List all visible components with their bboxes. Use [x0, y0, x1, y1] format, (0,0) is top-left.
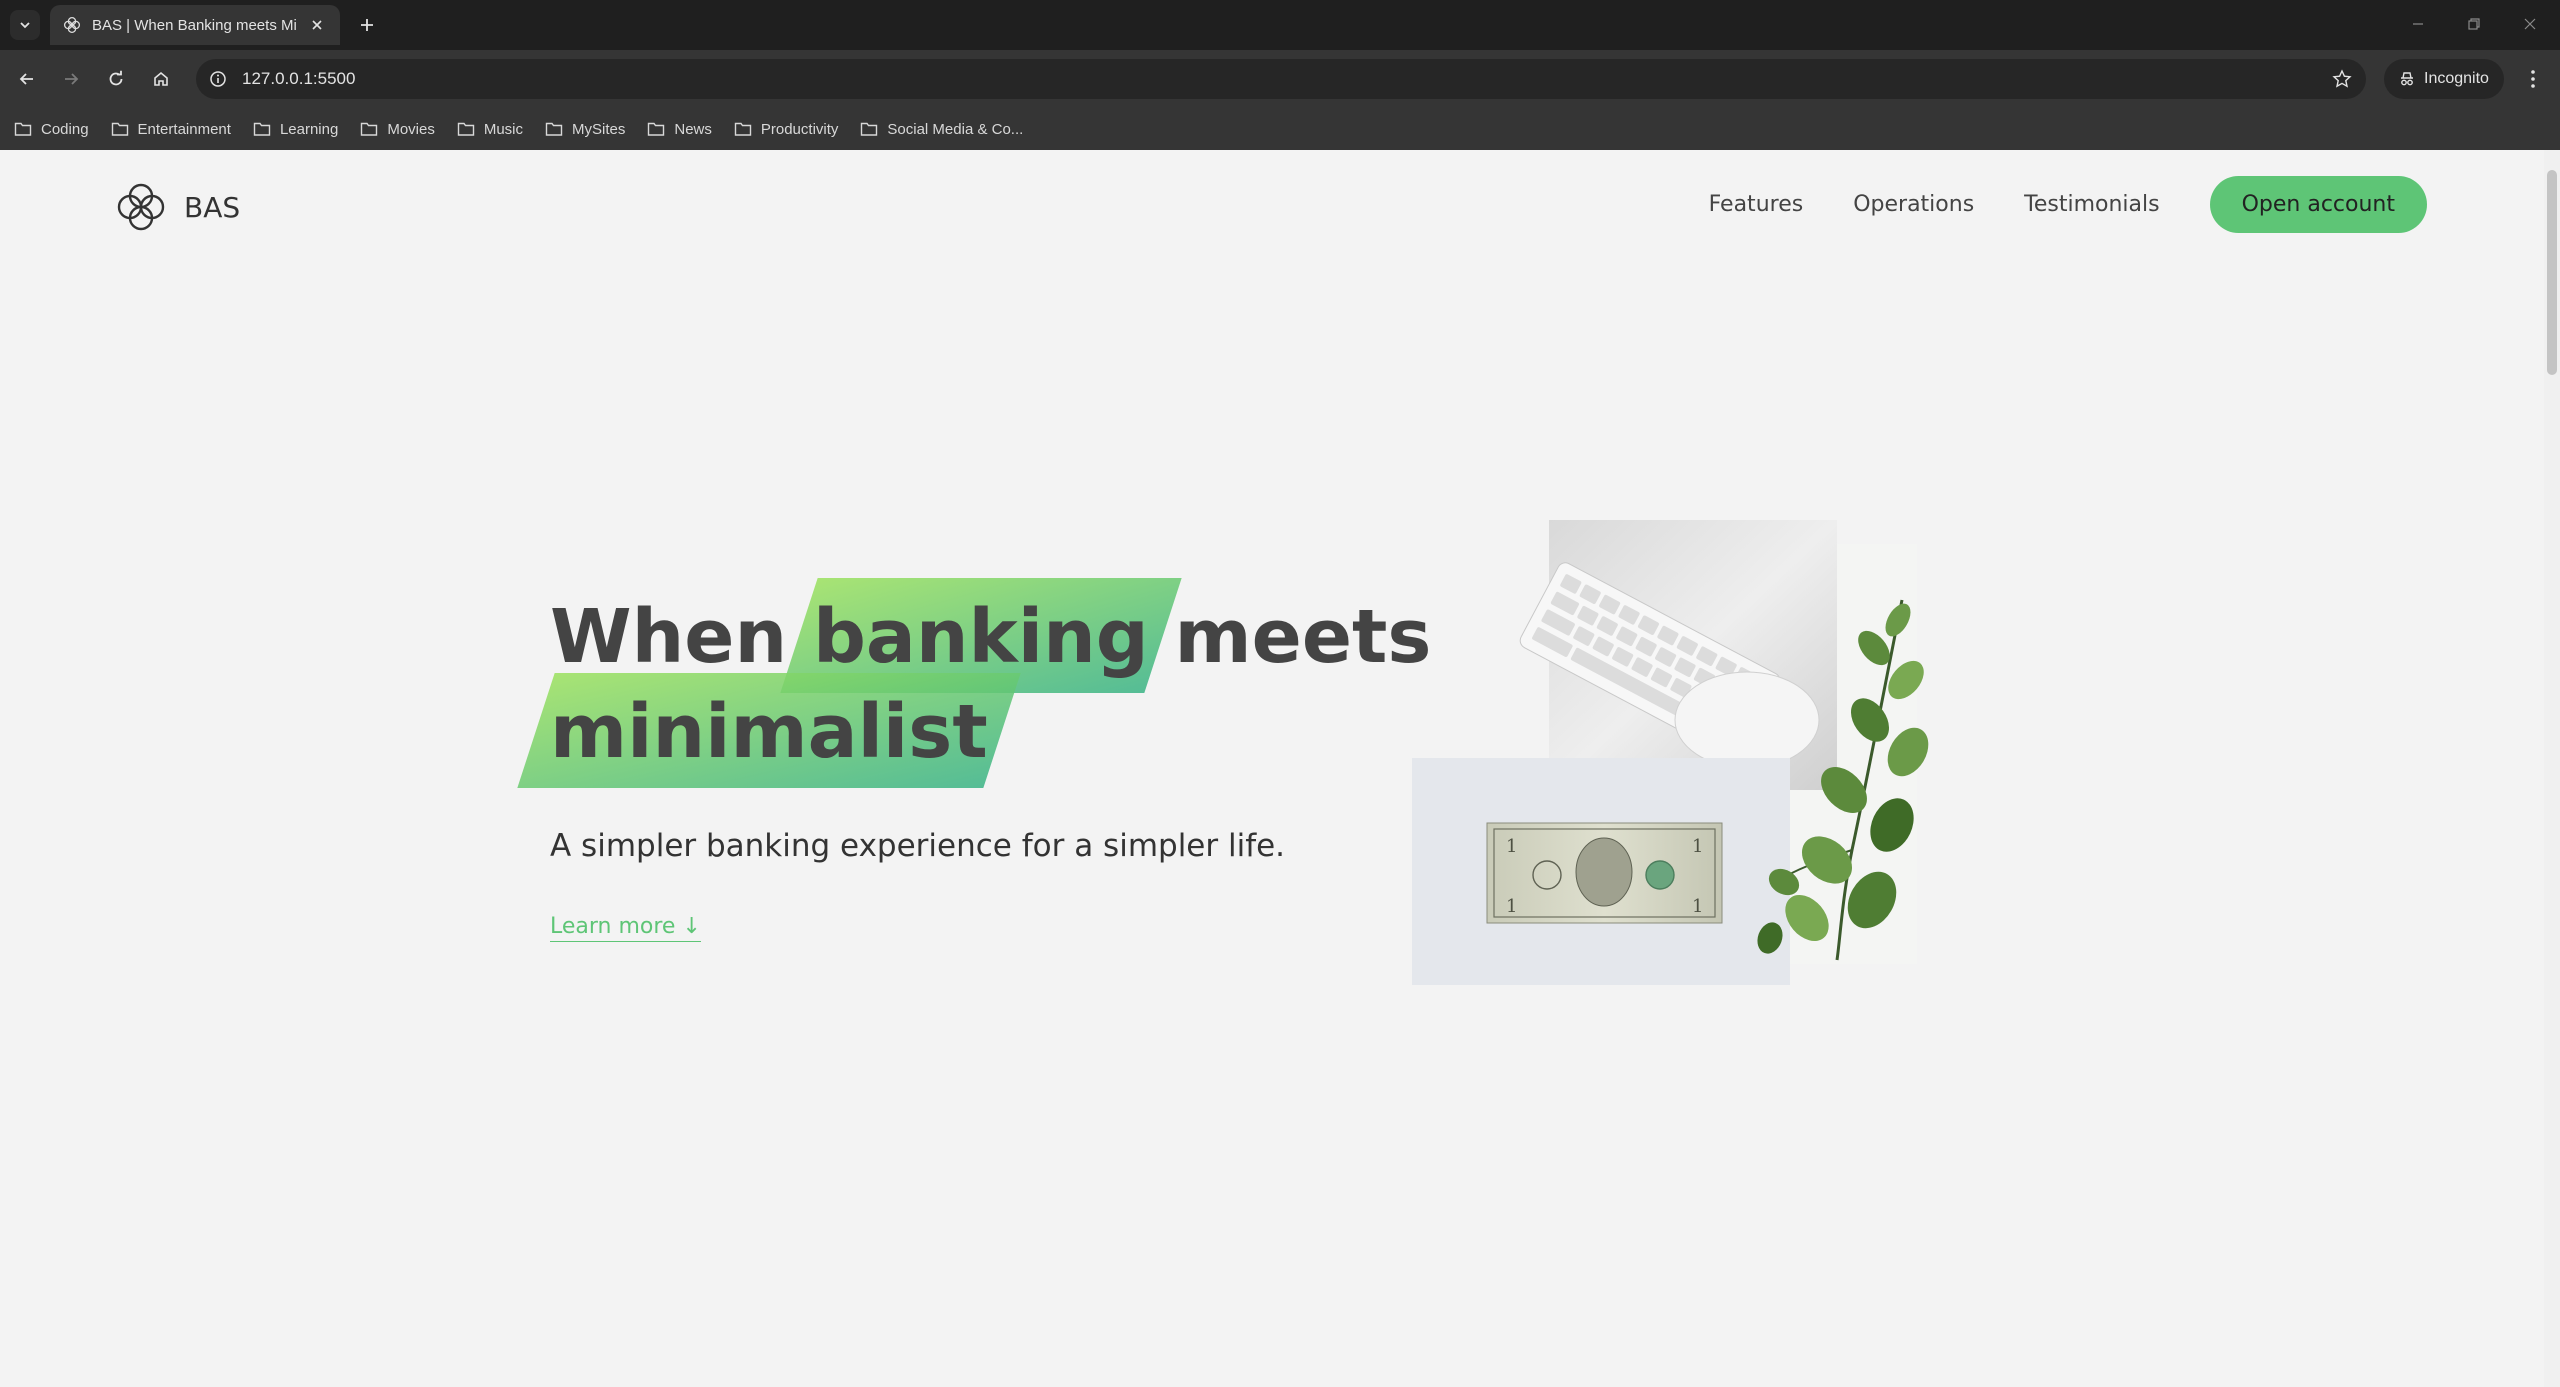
folder-icon: [111, 122, 128, 136]
minimize-button[interactable]: [2398, 8, 2438, 40]
bookmark-folder[interactable]: Movies: [360, 121, 435, 138]
bookmark-folder[interactable]: Music: [457, 121, 523, 138]
forward-button[interactable]: [55, 63, 87, 95]
hero-title-word: meets: [1174, 594, 1432, 680]
bookmark-label: Music: [483, 120, 524, 138]
folder-icon: [14, 122, 32, 136]
folder-icon: [457, 122, 475, 136]
bookmark-star-button[interactable]: [2328, 65, 2356, 93]
logo-text: BAS: [184, 190, 241, 224]
bookmark-label: Coding: [41, 120, 89, 138]
more-vertical-icon: [2531, 70, 2535, 88]
arrow-left-icon: [19, 73, 33, 85]
bookmark-folder[interactable]: Learning: [253, 121, 338, 138]
hero-title-line-2: minimalist: [550, 685, 1431, 780]
bookmarks-bar: Coding Entertainment Learning Movies Mus…: [0, 108, 2560, 150]
home-icon: [154, 71, 168, 86]
minimize-icon: [2413, 23, 2423, 25]
learn-more-link[interactable]: Learn more ↓: [550, 914, 701, 942]
bookmark-label: Entertainment: [137, 120, 231, 138]
nav-link-features[interactable]: Features: [1709, 192, 1804, 217]
reload-button[interactable]: [100, 63, 132, 95]
incognito-label: Incognito: [2424, 70, 2489, 87]
folder-icon: [545, 122, 563, 136]
bookmark-label: News: [674, 120, 712, 138]
hero-illustration: 1 1 1 1: [1412, 520, 1929, 985]
restore-icon: [2468, 18, 2480, 30]
dollar-bill-icon: 1 1 1 1: [1486, 822, 1723, 924]
bookmark-folder[interactable]: Coding: [14, 121, 89, 138]
bookmark-label: Social Media & Co...: [887, 120, 1024, 138]
incognito-indicator[interactable]: Incognito: [2384, 59, 2504, 99]
reload-icon: [109, 70, 123, 86]
folder-icon: [361, 122, 378, 136]
chevron-down-icon: [20, 22, 30, 29]
back-button[interactable]: [11, 63, 43, 95]
window-close-button[interactable]: [2510, 8, 2550, 40]
main-nav: Features Operations Testimonials Open ac…: [1709, 176, 2427, 233]
hero-title-word: When: [550, 594, 788, 680]
hero-title-line-1: When banking meets: [550, 590, 1431, 685]
mouse-icon: [1674, 671, 1820, 769]
tab-title: BAS | When Banking meets Minimalist: [92, 16, 296, 34]
close-icon: [2524, 18, 2536, 30]
site-logo[interactable]: BAS: [112, 178, 240, 236]
bookmark-label: MySites: [572, 120, 626, 138]
nav-link-operations[interactable]: Operations: [1853, 192, 1974, 217]
bookmark-folder[interactable]: Entertainment: [111, 121, 231, 138]
bookmark-label: Learning: [279, 120, 339, 138]
bookmark-label: Productivity: [760, 120, 839, 138]
close-icon: [312, 20, 322, 30]
hero-title-highlight: banking: [813, 590, 1149, 685]
url-text: 127.0.0.1:5500: [242, 69, 356, 88]
hero-subtitle: A simpler banking experience for a simpl…: [550, 828, 1286, 864]
browser-tab[interactable]: BAS | When Banking meets Minimalist: [50, 5, 340, 45]
tab-close-button[interactable]: [306, 14, 328, 36]
bookmark-folder[interactable]: Productivity: [734, 120, 839, 138]
address-bar[interactable]: 127.0.0.1:5500: [196, 59, 2366, 99]
bookmark-folder[interactable]: Social Media & Co...: [860, 121, 1023, 138]
svg-text:1: 1: [1692, 896, 1703, 917]
bookmark-folder[interactable]: MySites: [545, 121, 625, 138]
restore-button[interactable]: [2454, 8, 2494, 40]
nav-link-testimonials[interactable]: Testimonials: [2024, 192, 2159, 217]
svg-text:1: 1: [1506, 896, 1517, 917]
svg-text:1: 1: [1506, 836, 1517, 857]
logo-icon: [117, 183, 165, 231]
open-account-button[interactable]: Open account: [2209, 176, 2427, 233]
site-info-button[interactable]: [204, 65, 232, 93]
folder-icon: [734, 122, 752, 136]
incognito-icon: [2401, 72, 2413, 86]
home-button[interactable]: [145, 63, 177, 95]
folder-icon: [861, 122, 878, 136]
browser-toolbar: 127.0.0.1:5500 Incognito: [0, 50, 2560, 108]
scrollbar-thumb[interactable]: [2547, 170, 2557, 375]
page-viewport: BAS Features Operations Testimonials Ope…: [0, 150, 2560, 1387]
site-favicon-icon: [63, 16, 81, 34]
star-icon: [2332, 69, 2352, 88]
arrow-right-icon: [65, 73, 79, 85]
new-tab-button[interactable]: [352, 10, 382, 40]
plus-icon: [361, 19, 373, 31]
browser-menu-button[interactable]: [2518, 63, 2548, 95]
tab-search-button[interactable]: [10, 10, 40, 40]
browser-tab-bar: BAS | When Banking meets Minimalist: [0, 0, 2560, 50]
hero-title-highlight: minimalist: [550, 685, 988, 780]
info-icon: [210, 71, 226, 87]
folder-icon: [253, 122, 271, 136]
svg-text:1: 1: [1692, 836, 1703, 857]
folder-icon: [648, 122, 665, 136]
bookmark-folder[interactable]: News: [647, 121, 712, 138]
hero-title: When banking meets minimalist: [550, 590, 1431, 780]
bookmark-label: Movies: [387, 120, 435, 138]
page-scrollbar[interactable]: [2544, 150, 2560, 1387]
